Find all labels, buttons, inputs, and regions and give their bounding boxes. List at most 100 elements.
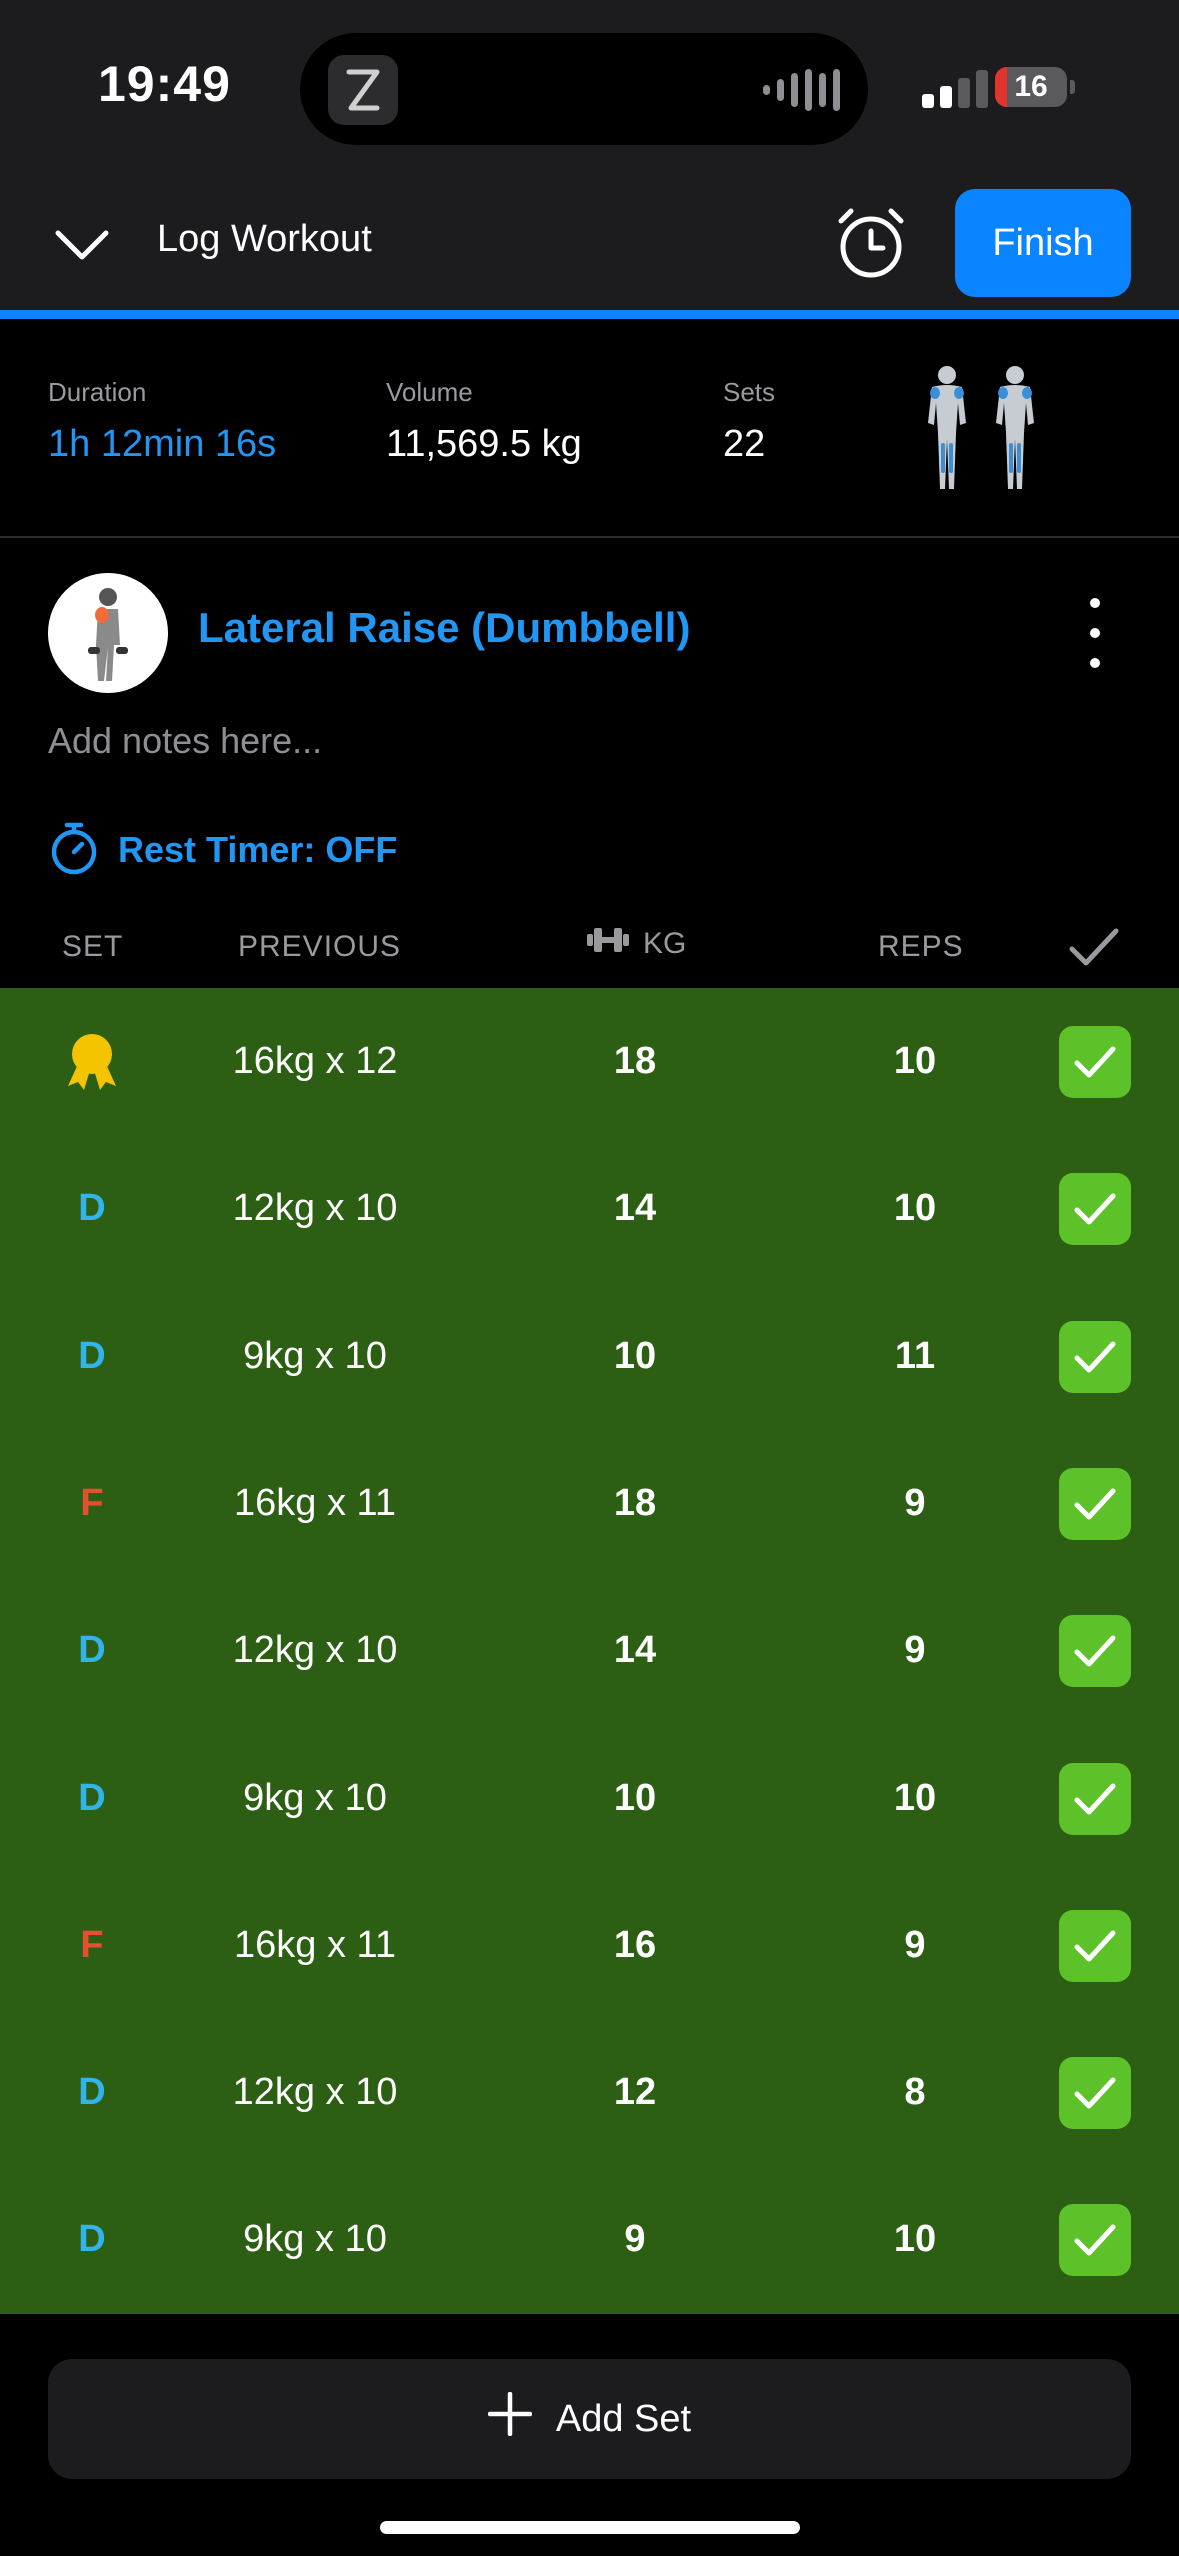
kg-input[interactable]: 18	[555, 988, 715, 1135]
set-row[interactable]: 16kg x 12 18 10	[0, 988, 1179, 1135]
checkmark-icon	[1074, 1193, 1116, 1225]
set-row[interactable]: F 16kg x 11 16 9	[0, 1872, 1179, 2019]
checkmark-icon	[1074, 1635, 1116, 1667]
reps-input[interactable]: 10	[835, 1135, 995, 1282]
plus-icon	[487, 2391, 533, 2446]
checkmark-icon	[1074, 1488, 1116, 1520]
checkmark-icon	[1074, 1930, 1116, 1962]
battery-tip	[1070, 80, 1075, 94]
muscle-map-icon[interactable]	[918, 363, 1048, 491]
kg-input[interactable]: 16	[555, 1872, 715, 2019]
set-row[interactable]: F 16kg x 11 18 9	[0, 1430, 1179, 1577]
home-indicator[interactable]	[380, 2521, 800, 2534]
checkmark-icon	[1068, 925, 1120, 969]
checkmark-icon	[1074, 1341, 1116, 1373]
sets-label: Sets	[723, 377, 776, 407]
stopwatch-icon	[48, 820, 100, 881]
alarm-clock-icon[interactable]	[833, 205, 909, 281]
previous-value[interactable]: 16kg x 11	[170, 1872, 460, 2019]
previous-value[interactable]: 9kg x 10	[170, 1283, 460, 1430]
previous-value[interactable]: 16kg x 12	[170, 988, 460, 1135]
kg-input[interactable]: 14	[555, 1135, 715, 1282]
add-set-button[interactable]: Add Set	[48, 2359, 1131, 2479]
previous-value[interactable]: 12kg x 10	[170, 1577, 460, 1724]
reps-input[interactable]: 9	[835, 1430, 995, 1577]
notes-input[interactable]: Add notes here...	[48, 720, 322, 762]
battery-icon: 16	[995, 67, 1067, 107]
status-bar: 19:49 16	[0, 0, 1179, 175]
add-set-label: Add Set	[555, 2397, 692, 2440]
column-header-kg-label: KG	[643, 927, 687, 960]
set-type-label[interactable]: D	[37, 2019, 147, 2166]
kg-input[interactable]: 14	[555, 1577, 715, 1724]
reps-input[interactable]: 11	[835, 1283, 995, 1430]
set-type-label[interactable]: D	[37, 1135, 147, 1282]
rest-timer-label: Rest Timer: OFF	[118, 829, 398, 870]
set-complete-checkbox[interactable]	[1059, 1173, 1131, 1246]
chevron-down-icon[interactable]	[52, 215, 112, 275]
status-time: 19:49	[98, 56, 231, 112]
set-type-label[interactable]: F	[37, 1872, 147, 2019]
set-type-label[interactable]: D	[37, 2166, 147, 2313]
duration-value: 1h 12min 16s	[48, 423, 277, 465]
column-header-set: SET	[62, 930, 124, 963]
set-complete-checkbox[interactable]	[1059, 1467, 1131, 1540]
set-type-label[interactable]: D	[37, 1577, 147, 1724]
previous-value[interactable]: 12kg x 10	[170, 2019, 460, 2166]
kebab-menu-icon[interactable]	[1080, 598, 1110, 668]
set-complete-checkbox[interactable]	[1059, 1909, 1131, 1982]
header-title: Log Workout	[157, 218, 372, 260]
reps-input[interactable]: 8	[835, 2019, 995, 2166]
set-row[interactable]: D 9kg x 10 10 10	[0, 1725, 1179, 1872]
dumbbell-icon	[585, 925, 631, 963]
reps-input[interactable]: 10	[835, 988, 995, 1135]
exercise-thumbnail[interactable]	[48, 573, 168, 693]
kg-input[interactable]: 10	[555, 1725, 715, 1872]
set-type-label[interactable]: F	[37, 1430, 147, 1577]
kg-input[interactable]: 9	[555, 2166, 715, 2313]
volume-label: Volume	[386, 377, 473, 407]
dynamic-island[interactable]	[300, 33, 868, 145]
column-header-kg: KG	[585, 925, 686, 963]
set-row[interactable]: D 12kg x 10 14 9	[0, 1577, 1179, 1724]
reps-input[interactable]: 10	[835, 2166, 995, 2313]
reps-input[interactable]: 10	[835, 1725, 995, 1872]
audio-waveform-icon	[763, 69, 840, 111]
set-row[interactable]: D 12kg x 10 12 8	[0, 2019, 1179, 2166]
previous-value[interactable]: 12kg x 10	[170, 1135, 460, 1282]
column-header-previous: PREVIOUS	[238, 930, 402, 963]
checkmark-icon	[1074, 1783, 1116, 1814]
set-type-label[interactable]: D	[37, 1725, 147, 1872]
checkmark-icon	[1074, 1046, 1116, 1078]
set-complete-checkbox[interactable]	[1059, 1320, 1131, 1393]
cellular-signal-icon	[922, 70, 988, 108]
set-type-label[interactable]: D	[37, 1283, 147, 1430]
workout-summary: Duration 1h 12min 16s Volume 11,569.5 kg…	[0, 319, 1179, 538]
previous-value[interactable]: 9kg x 10	[170, 1725, 460, 1872]
rest-timer-button[interactable]: Rest Timer: OFF	[48, 820, 397, 880]
reps-input[interactable]: 9	[835, 1577, 995, 1724]
set-complete-checkbox[interactable]	[1059, 2057, 1131, 2130]
reps-input[interactable]: 9	[835, 1872, 995, 2019]
previous-value[interactable]: 9kg x 10	[170, 2166, 460, 2313]
finish-button[interactable]: Finish	[955, 189, 1131, 297]
previous-value[interactable]: 16kg x 11	[170, 1430, 460, 1577]
checkmark-icon	[1074, 2077, 1116, 2109]
set-complete-checkbox[interactable]	[1059, 2204, 1131, 2277]
set-row[interactable]: D 9kg x 10 9 10	[0, 2166, 1179, 2313]
workout-progress-bar	[0, 310, 1179, 319]
kg-input[interactable]: 10	[555, 1283, 715, 1430]
kg-input[interactable]: 18	[555, 1430, 715, 1577]
workout-header: Log Workout Finish	[0, 175, 1179, 310]
medal-icon[interactable]	[37, 988, 147, 1135]
set-row[interactable]: D 12kg x 10 14 10	[0, 1135, 1179, 1282]
kg-input[interactable]: 12	[555, 2019, 715, 2166]
set-complete-checkbox[interactable]	[1059, 1615, 1131, 1688]
column-header-reps: REPS	[878, 930, 964, 963]
live-activity-app-icon	[328, 55, 398, 125]
set-complete-checkbox[interactable]	[1059, 1762, 1131, 1835]
exercise-name[interactable]: Lateral Raise (Dumbbell)	[198, 604, 690, 652]
set-complete-checkbox[interactable]	[1059, 1026, 1131, 1098]
sets-value: 22	[723, 423, 766, 465]
set-row[interactable]: D 9kg x 10 10 11	[0, 1283, 1179, 1430]
